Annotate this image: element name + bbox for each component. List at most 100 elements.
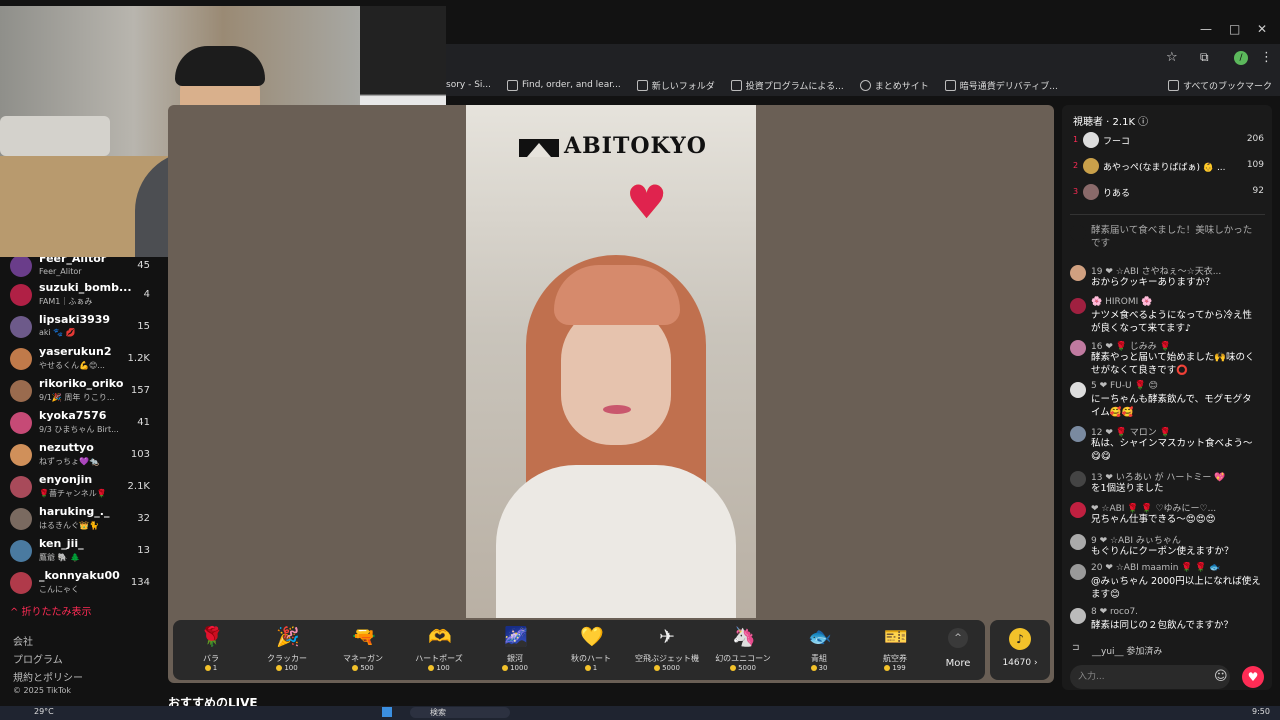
footer-link-program[interactable]: プログラム xyxy=(13,651,63,666)
gift-name: マネーガン xyxy=(343,654,383,663)
bookmark-item[interactable]: 投資プログラムによる... xyxy=(730,79,844,92)
coin-icon xyxy=(884,665,891,671)
live-video[interactable]: ABITOKYO ♥ xyxy=(466,105,756,618)
gift-price: 5000 xyxy=(629,664,705,672)
gift-price: 30 xyxy=(781,664,857,672)
coin-icon xyxy=(276,665,283,671)
gift-item[interactable]: 🫶 ハートポーズ 100 xyxy=(401,620,477,680)
gift-name: 青組 xyxy=(811,654,827,663)
gift-name: 銀河 xyxy=(507,654,523,663)
sidebar-user-item[interactable]: nezuttyo ねずっちょ💜🐀 103 xyxy=(8,441,163,473)
avatar xyxy=(1070,426,1086,442)
user-subtitle: 9/3 ひまちゃん Birt... xyxy=(39,425,119,434)
sidebar-user-item[interactable]: haruking_._ はるきんぐ👑🐈 32 xyxy=(8,505,163,537)
gift-item[interactable]: 🎉 クラッカー 100 xyxy=(249,620,325,680)
more-gifts-button[interactable]: ^ More xyxy=(933,620,983,680)
bookmark-folder[interactable]: 新しいフォルダ xyxy=(636,79,715,92)
coin-icon xyxy=(428,665,435,671)
gift-price: 500 xyxy=(325,664,401,672)
footer-link-terms[interactable]: 規約とポリシー xyxy=(13,669,83,684)
rank-number: 1 xyxy=(1073,135,1079,144)
avatar xyxy=(1070,502,1086,518)
gift-name: バラ xyxy=(203,654,219,663)
gift-icon: 🌌 xyxy=(504,626,528,648)
gift-icon: 🌹 xyxy=(200,626,224,648)
chat-input[interactable]: 入力... xyxy=(1070,665,1230,689)
gift-name: 秋のハート xyxy=(571,654,611,663)
viewer-count[interactable]: 視聴者 · 2.1K ⓘ xyxy=(1073,113,1148,128)
video-lips xyxy=(603,405,631,414)
chat-text: @みぃちゃん 2000円以上になれば使えます😊 xyxy=(1091,576,1261,600)
all-bookmarks[interactable]: すべてのブックマーク xyxy=(1167,79,1272,92)
avatar xyxy=(1070,564,1086,580)
gift-item[interactable]: 🦄 幻のユニコーン 5000 xyxy=(705,620,781,680)
viewer-count: 45 xyxy=(137,260,150,271)
bookmark-item[interactable]: sory - Si... xyxy=(446,80,491,90)
extensions-icon[interactable]: ⧉ xyxy=(1200,50,1209,65)
emoji-icon[interactable]: ☺ xyxy=(1214,669,1228,684)
gift-icon: 💛 xyxy=(580,626,604,648)
gift-item[interactable]: 🎫 航空券 199 xyxy=(857,620,933,680)
taskbar-search[interactable]: 検索 xyxy=(410,707,510,718)
footer-link-company[interactable]: 会社 xyxy=(13,633,33,648)
windows-taskbar: 29°C 検索 9:50 xyxy=(0,706,1280,720)
close-button[interactable]: ✕ xyxy=(1257,22,1267,36)
divider xyxy=(1070,214,1265,215)
viewer-count: 2.1K xyxy=(127,481,150,492)
sidebar-user-item[interactable]: suzuki_bomb... FAM1｜ふぁみ 4 xyxy=(8,281,163,313)
bookmark-favicon-icon xyxy=(507,79,518,91)
bookmark-item[interactable]: 暗号通貨デリバティブ... xyxy=(944,79,1058,92)
chat-text: にーちゃんも酵素飲んで、モグモグタイム🥰🥰 xyxy=(1091,394,1252,418)
gift-item[interactable]: 🌌 銀河 1000 xyxy=(477,620,553,680)
maximize-button[interactable]: □ xyxy=(1229,22,1240,36)
sidebar-user-item[interactable]: rikoriko_oriko 9/1🎉 周年 りこり... 157 xyxy=(8,377,163,409)
avatar xyxy=(1070,471,1086,487)
minimize-button[interactable]: — xyxy=(1200,22,1212,36)
coin-balance: 14670 › xyxy=(1002,658,1038,668)
gift-item[interactable]: ✈ 空飛ぶジェット機 5000 xyxy=(629,620,705,680)
gift-price: 1 xyxy=(173,664,249,672)
sidebar-user-item[interactable]: lipsaki3939 aki 🐾 💋 15 xyxy=(8,313,163,345)
address-bar[interactable]: ☆ ⧉ / ⋮ xyxy=(446,44,1280,74)
gift-price: 199 xyxy=(857,664,933,672)
gift-name: ハートポーズ xyxy=(415,654,463,663)
bookmark-item[interactable]: まとめサイト xyxy=(859,79,929,92)
profile-avatar[interactable]: / xyxy=(1234,51,1248,65)
avatar xyxy=(10,476,32,498)
gift-item[interactable]: 🌹 バラ 1 xyxy=(173,620,249,680)
bookmark-item[interactable]: Find, order, and lear... xyxy=(507,79,621,91)
chat-text: ナツメ食べるようになってから冷え性が良くなって来てます♪ xyxy=(1091,310,1253,334)
avatar xyxy=(1070,340,1086,356)
user-subtitle: ねずっちょ💜🐀 xyxy=(39,457,99,466)
gift-price: 100 xyxy=(249,664,325,672)
gift-item[interactable]: 💛 秋のハート 1 xyxy=(553,620,629,680)
gift-icon: 🫶 xyxy=(428,626,452,648)
browser-menu-icon[interactable]: ⋮ xyxy=(1260,50,1273,65)
gift-item[interactable]: 🔫 マネーガン 500 xyxy=(325,620,401,680)
avatar xyxy=(10,316,32,338)
coin-icon xyxy=(352,665,359,671)
sidebar-user-item[interactable]: yaserukun2 やせるくん💪😊... 1.2K xyxy=(8,345,163,377)
top-viewer-row[interactable]: 3 りある 92 xyxy=(1073,183,1268,203)
clock: 9:50 xyxy=(1252,707,1270,716)
chat-text: 兄ちゃん仕事できる〜😍😍😍 xyxy=(1091,514,1216,525)
coin-balance-button[interactable]: ♪ 14670 › xyxy=(990,620,1050,680)
coin-icon xyxy=(730,665,737,671)
bookmark-star-icon[interactable]: ☆ xyxy=(1166,50,1178,65)
viewer-name: フーコ xyxy=(1103,137,1131,147)
gift-name: 幻のユニコーン xyxy=(715,654,771,663)
sidebar-user-item[interactable]: _konnyaku00 こんにゃく 134 xyxy=(8,569,163,601)
collapse-button[interactable]: ^ 折りたたみ表示 xyxy=(10,603,92,618)
sidebar-user-item[interactable]: ken_jii_ 鷹爺 🐘 🌲 13 xyxy=(8,537,163,569)
like-heart-button[interactable]: ♥ xyxy=(1242,666,1264,688)
sidebar-user-item[interactable]: kyoka7576 9/3 ひまちゃん Birt... 41 xyxy=(8,409,163,441)
weather-temp[interactable]: 29°C xyxy=(34,707,54,716)
join-notice: __yui__ 参加済み xyxy=(1092,647,1163,657)
video-face xyxy=(561,305,671,445)
top-viewer-row[interactable]: 2 あやっぺ(なまりばばぁ) 👶 ... 109 xyxy=(1073,157,1268,177)
sidebar-user-item[interactable]: enyonjin 🌹薔チャンネル🌹 2.1K xyxy=(8,473,163,505)
gift-item[interactable]: 🐟 青組 30 xyxy=(781,620,857,680)
avatar xyxy=(10,257,32,277)
windows-start-icon[interactable] xyxy=(382,707,392,717)
top-viewer-row[interactable]: 1 フーコ 206 xyxy=(1073,131,1268,151)
